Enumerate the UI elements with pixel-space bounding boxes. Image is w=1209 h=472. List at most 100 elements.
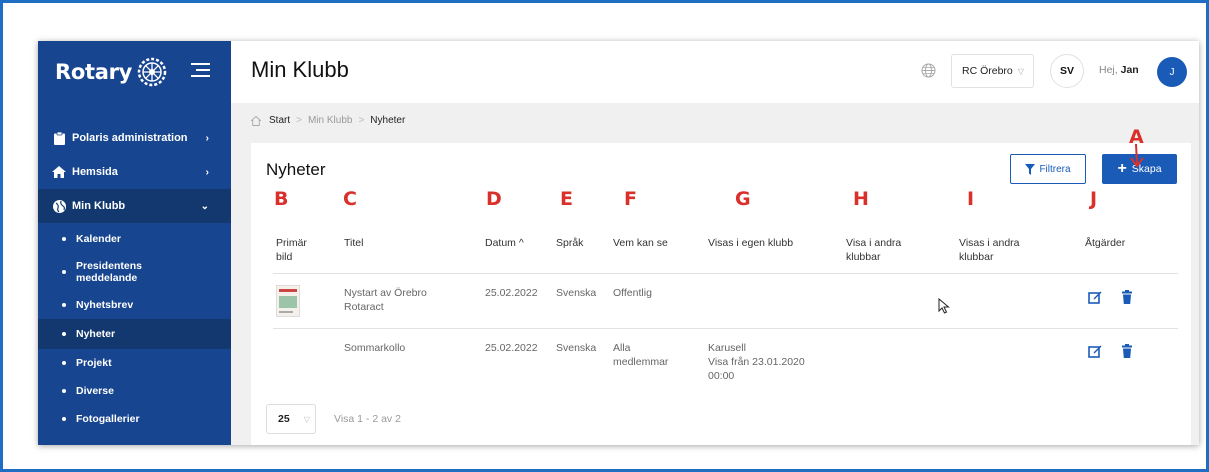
brand-name: Rotary: [55, 60, 133, 84]
rotary-wheel-icon: [137, 57, 167, 87]
column-header-title[interactable]: Titel: [344, 236, 363, 250]
sidebar-sub-item-nyheter[interactable]: Nyheter: [38, 319, 231, 349]
annotation-g: G: [735, 188, 751, 210]
language-button[interactable]: SV: [1050, 54, 1084, 88]
delete-icon[interactable]: [1120, 344, 1134, 358]
bullet-icon: [62, 417, 66, 421]
page-title: Min Klubb: [251, 57, 349, 82]
column-header-image[interactable]: Primär bild: [276, 236, 316, 264]
avatar[interactable]: J: [1157, 57, 1187, 87]
row-date: 25.02.2022: [485, 342, 538, 354]
column-header-other-clubs[interactable]: Visa i andra klubbar: [846, 236, 916, 264]
sidebar-sub-item-label: Fotogallerier: [76, 413, 140, 425]
bullet-icon: [62, 332, 66, 336]
globe-icon[interactable]: [921, 63, 936, 78]
column-header-date[interactable]: Datum ^: [485, 236, 524, 250]
bullet-icon: [62, 303, 66, 307]
row-thumbnail[interactable]: [276, 285, 300, 317]
sidebar: Rotary Polaris administration › Hemsida …: [38, 41, 231, 445]
annotation-c: C: [343, 188, 357, 210]
row-visibility: Offentlig: [613, 287, 652, 299]
row-title[interactable]: Sommarkollo: [344, 341, 405, 355]
chevron-down-icon: ▽: [303, 414, 310, 424]
column-header-actions: Åtgärder: [1085, 237, 1126, 249]
annotation-i: I: [967, 188, 975, 210]
top-header: Min Klubb RC Örebro ▽ SV Hej, Jan J: [231, 41, 1199, 103]
sidebar-item-label: Hemsida: [72, 166, 118, 178]
home-icon: [52, 165, 66, 179]
breadcrumb-min-klubb[interactable]: Min Klubb: [308, 115, 352, 126]
filter-button[interactable]: Filtrera: [1010, 154, 1086, 184]
chevron-down-icon: ▽: [1017, 66, 1024, 76]
row-own-club: Karusell Visa från 23.01.2020 00:00: [708, 342, 805, 382]
sidebar-sub-item-label: Nyheter: [76, 328, 116, 340]
row-language: Svenska: [556, 287, 597, 299]
column-header-language[interactable]: Språk: [556, 236, 583, 250]
sidebar-item-min-klubb[interactable]: Min Klubb ⌄: [38, 189, 231, 223]
breadcrumb-separator: >: [296, 115, 302, 126]
annotation-arrow-icon: [1130, 144, 1144, 168]
table-divider: [273, 273, 1178, 274]
page-size-value: 25: [278, 413, 290, 425]
chevron-down-icon: ⌄: [200, 200, 209, 212]
mouse-cursor-icon: [938, 298, 950, 314]
bullet-icon: [62, 361, 66, 365]
chevron-right-icon: ›: [205, 166, 209, 178]
sidebar-sub-item-diverse[interactable]: Diverse: [38, 377, 231, 405]
annotation-e: E: [560, 188, 573, 210]
club-select[interactable]: RC Örebro ▽: [951, 54, 1034, 88]
annotation-j: J: [1090, 188, 1098, 210]
breadcrumb: Start > Min Klubb > Nyheter: [251, 115, 405, 126]
table-divider: [273, 328, 1178, 329]
column-header-own-club[interactable]: Visas i egen klubb: [708, 236, 793, 250]
pagination-info: Visa 1 - 2 av 2: [334, 413, 401, 425]
row-title[interactable]: Nystart av Örebro Rotaract: [344, 286, 454, 314]
club-select-value: RC Örebro: [962, 65, 1013, 77]
annotation-f: F: [624, 188, 637, 210]
sidebar-sub-item-label: Kalender: [76, 233, 121, 245]
annotation-d: D: [486, 188, 502, 210]
sidebar-sub-item-label: Diverse: [76, 385, 114, 397]
user-greeting: Hej, Jan: [1099, 64, 1139, 76]
menu-toggle-icon[interactable]: [191, 63, 210, 79]
sidebar-sub-item-label: Projekt: [76, 357, 112, 369]
card-title: Nyheter: [266, 160, 326, 179]
sidebar-sub-item-fotogallerier[interactable]: Fotogallerier: [38, 405, 231, 433]
column-header-shown-other[interactable]: Visas i andra klubbar: [959, 236, 1039, 264]
delete-icon[interactable]: [1120, 290, 1134, 304]
user-name: Jan: [1120, 64, 1139, 76]
sidebar-sub-item-projekt[interactable]: Projekt: [38, 349, 231, 377]
annotation-h: H: [853, 188, 869, 210]
bullet-icon: [62, 270, 66, 274]
sidebar-item-polaris[interactable]: Polaris administration ›: [38, 121, 231, 155]
breadcrumb-separator: >: [358, 115, 365, 126]
globe-icon: [52, 199, 66, 213]
sidebar-item-hemsida[interactable]: Hemsida ›: [38, 155, 231, 189]
filter-button-label: Filtrera: [1039, 163, 1071, 175]
edit-icon[interactable]: [1088, 344, 1102, 358]
column-header-visibility[interactable]: Vem kan se: [613, 236, 668, 250]
edit-icon[interactable]: [1088, 290, 1102, 304]
clipboard-icon: [52, 131, 66, 145]
bullet-icon: [62, 389, 66, 393]
sidebar-sub-item-presidentens-meddelande[interactable]: Presidentens meddelande: [38, 253, 231, 291]
row-visibility: Alla medlemmar: [613, 342, 669, 368]
sidebar-sub-item-label: Nyhetsbrev: [76, 299, 134, 311]
bullet-icon: [62, 237, 66, 241]
annotation-b: B: [274, 188, 289, 210]
filter-icon: [1025, 163, 1036, 175]
sidebar-sub-item-kalender[interactable]: Kalender: [38, 225, 231, 253]
sidebar-sub-item-nyhetsbrev[interactable]: Nyhetsbrev: [38, 291, 231, 319]
breadcrumb-start[interactable]: Start: [269, 115, 290, 126]
home-icon[interactable]: [251, 115, 261, 126]
page-size-select[interactable]: 25 ▽: [266, 404, 316, 434]
row-language: Svenska: [556, 342, 597, 354]
sidebar-sub-item-label: Presidentens meddelande: [76, 260, 142, 284]
greeting-text: Hej,: [1099, 64, 1118, 76]
sidebar-item-label: Min Klubb: [72, 200, 126, 212]
row-date: 25.02.2022: [485, 287, 538, 299]
plus-icon: +: [1117, 160, 1127, 177]
sidebar-item-label: Polaris administration: [72, 132, 188, 144]
chevron-right-icon: ›: [205, 132, 209, 144]
breadcrumb-current: Nyheter: [370, 115, 406, 126]
